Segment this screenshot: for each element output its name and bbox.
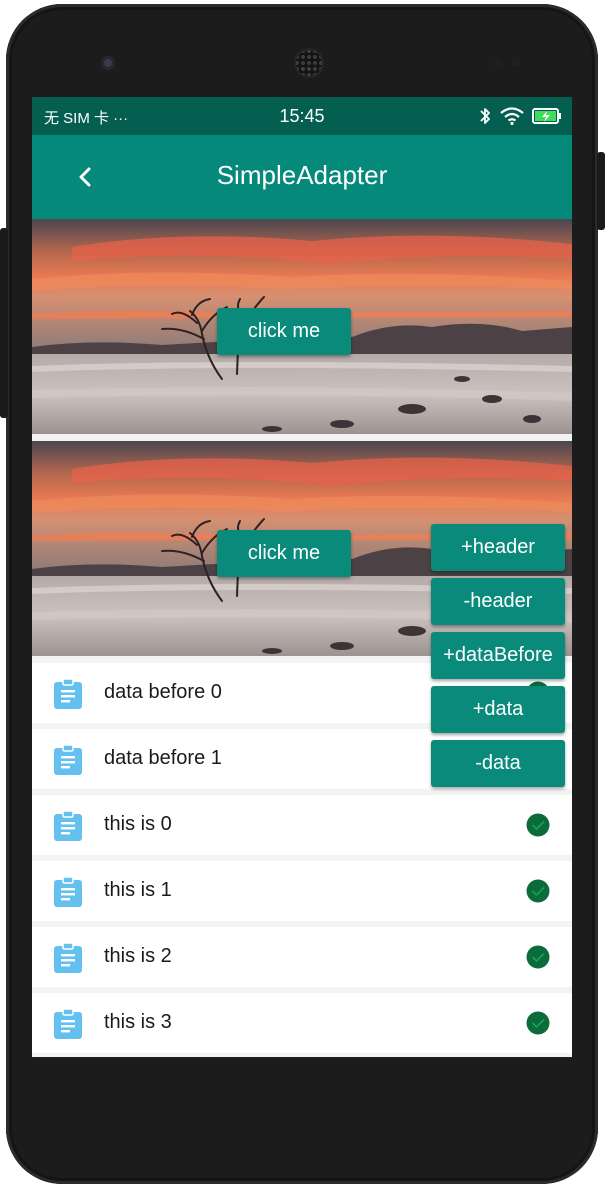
page-title: SimpleAdapter <box>216 160 388 190</box>
list-item[interactable]: this is 2 <box>32 927 572 987</box>
list-item-label: this is 3 <box>104 1011 172 1033</box>
clipboard-icon <box>54 1008 82 1039</box>
screen: 无 SIM 卡 ··· 15:45 SimpleAdapter click me… <box>32 97 572 1057</box>
earpiece-speaker <box>294 48 324 78</box>
check-circle-icon[interactable] <box>526 813 550 837</box>
volume-button <box>0 228 8 418</box>
clipboard-icon <box>54 876 82 907</box>
list-item-label: this is 2 <box>104 945 172 967</box>
check-circle-icon[interactable] <box>526 1011 550 1035</box>
power-button <box>597 152 605 230</box>
add-header-button[interactable]: +header <box>431 524 565 571</box>
list-item-label: this is 1 <box>104 879 172 901</box>
list-item[interactable]: this is 3 <box>32 993 572 1053</box>
bluetooth-icon <box>480 108 490 124</box>
toolbar: SimpleAdapter <box>32 135 572 219</box>
clipboard-icon <box>54 810 82 841</box>
remove-data-button[interactable]: -data <box>431 740 565 787</box>
light-sensor <box>512 59 520 67</box>
list-item-label: data before 0 <box>104 681 222 703</box>
clipboard-icon <box>54 942 82 973</box>
status-bar: 无 SIM 卡 ··· 15:45 <box>32 97 572 135</box>
check-circle-icon[interactable] <box>526 945 550 969</box>
proximity-sensor <box>494 59 502 67</box>
clipboard-icon <box>54 678 82 709</box>
click-me-button[interactable]: click me <box>217 530 351 577</box>
clipboard-icon <box>54 744 82 775</box>
remove-header-button[interactable]: -header <box>431 578 565 625</box>
wifi-icon <box>500 107 524 125</box>
list-item[interactable]: this is 0 <box>32 795 572 855</box>
front-camera <box>101 56 115 70</box>
list-item[interactable]: this is 1 <box>32 861 572 921</box>
battery-charging-icon <box>532 108 561 124</box>
list-item-label: this is 0 <box>104 813 172 835</box>
add-data-before-button[interactable]: +dataBefore <box>431 632 565 679</box>
list-item-label: data before 1 <box>104 747 222 769</box>
header-image-1: click me <box>32 219 572 434</box>
click-me-button[interactable]: click me <box>217 308 351 355</box>
add-data-button[interactable]: +data <box>431 686 565 733</box>
check-circle-icon[interactable] <box>526 879 550 903</box>
